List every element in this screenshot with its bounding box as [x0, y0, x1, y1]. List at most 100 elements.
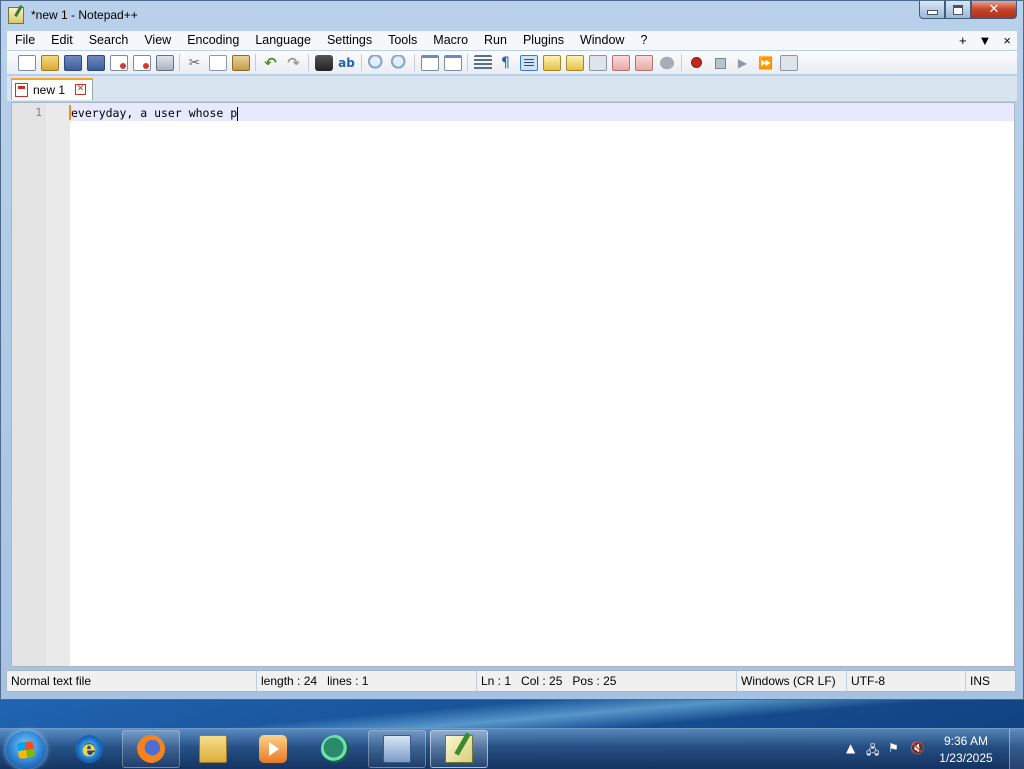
- restore-icon: [953, 4, 963, 15]
- notepad-app-icon[interactable]: [8, 7, 24, 24]
- save-icon[interactable]: [63, 54, 82, 71]
- network-icon[interactable]: 🖧: [866, 741, 879, 762]
- copy-icon[interactable]: [208, 54, 227, 71]
- taskbar-file-explorer[interactable]: [184, 730, 242, 768]
- status-col: Col : 25: [521, 674, 563, 688]
- volume-muted-icon[interactable]: 🔇: [910, 741, 925, 755]
- status-pos: Pos : 25: [572, 674, 617, 688]
- print-icon[interactable]: [155, 54, 174, 71]
- indent-guide-icon[interactable]: [519, 54, 538, 71]
- menu-plugins[interactable]: Plugins: [515, 31, 572, 50]
- show-hidden-icons-icon[interactable]: ▲: [846, 741, 855, 755]
- title-bar[interactable]: *new 1 - Notepad++ ✕: [1, 1, 1023, 31]
- monitoring-icon[interactable]: [657, 54, 676, 71]
- taskbar-chat-app[interactable]: [306, 730, 364, 768]
- word-wrap-icon[interactable]: [473, 54, 492, 71]
- text-editor[interactable]: 1 everyday, a user whose p: [11, 102, 1015, 667]
- menu-file[interactable]: File: [7, 31, 43, 50]
- status-insert-mode[interactable]: INS: [966, 671, 1015, 691]
- user-define-icon[interactable]: [542, 54, 561, 71]
- window-controls: ✕: [919, 1, 1017, 21]
- close-icon: ✕: [988, 2, 1000, 17]
- save-all-icon[interactable]: [86, 54, 105, 71]
- firefox-icon: [137, 735, 165, 763]
- paste-icon[interactable]: [231, 54, 250, 71]
- close-doc-button[interactable]: ×: [1003, 33, 1011, 48]
- playback-icon[interactable]: ▶: [734, 55, 752, 71]
- show-all-chars-icon[interactable]: ¶: [497, 55, 515, 71]
- status-length: length : 24: [261, 674, 318, 688]
- fold-margin[interactable]: [46, 103, 70, 666]
- line-number: 1: [35, 106, 42, 119]
- status-encoding[interactable]: UTF-8: [847, 671, 966, 691]
- status-position: Ln : 1 Col : 25 Pos : 25: [477, 671, 737, 691]
- minimize-button[interactable]: [919, 1, 945, 19]
- chat-app-icon: [321, 735, 349, 763]
- maximize-button[interactable]: [945, 1, 971, 19]
- clock-date[interactable]: 1/23/2025: [931, 751, 1001, 765]
- redo-icon[interactable]: ↷: [285, 55, 303, 71]
- taskbar-notepad-plus-plus[interactable]: [430, 730, 488, 768]
- text-caret: [237, 106, 239, 121]
- media-player-icon: [259, 735, 287, 763]
- start-recording-icon[interactable]: [688, 55, 706, 71]
- menu-edit[interactable]: Edit: [43, 31, 81, 50]
- menu-language[interactable]: Language: [247, 31, 319, 50]
- save-macro-icon[interactable]: [779, 54, 798, 71]
- tab-list-button[interactable]: ▼: [979, 33, 992, 48]
- close-window-button[interactable]: ✕: [971, 1, 1017, 19]
- menu-tools[interactable]: Tools: [380, 31, 425, 50]
- line-number-gutter: [12, 103, 46, 666]
- open-file-icon[interactable]: [40, 54, 59, 71]
- sync-vertical-icon[interactable]: [420, 54, 439, 71]
- folder-as-workspace-icon[interactable]: [611, 54, 630, 71]
- cut-icon[interactable]: ✂: [186, 55, 204, 71]
- find-icon[interactable]: [314, 54, 333, 71]
- status-length-lines: length : 24 lines : 1: [257, 671, 477, 691]
- status-ln: Ln : 1: [481, 674, 512, 688]
- new-tab-button[interactable]: +: [959, 33, 967, 48]
- taskbar-media-player[interactable]: [244, 730, 302, 768]
- status-eol[interactable]: Windows (CR LF): [737, 671, 847, 691]
- menu-run[interactable]: Run: [476, 31, 515, 50]
- undo-icon[interactable]: ↶: [262, 55, 280, 71]
- status-lines: lines : 1: [327, 674, 369, 688]
- clock-time[interactable]: 9:36 AM: [936, 734, 996, 748]
- doc-map-icon[interactable]: [565, 54, 584, 71]
- action-center-flag-icon[interactable]: ⚑: [888, 741, 899, 755]
- close-all-icon[interactable]: [132, 54, 151, 71]
- taskbar-internet-explorer[interactable]: e: [60, 730, 118, 768]
- notepad-window: *new 1 - Notepad++ ✕ File Edit Search Vi…: [0, 0, 1024, 700]
- menu-help[interactable]: ?: [632, 31, 655, 50]
- stop-recording-icon[interactable]: [711, 55, 729, 71]
- menu-encoding[interactable]: Encoding: [179, 31, 247, 50]
- new-file-icon[interactable]: [17, 54, 36, 71]
- status-file-type: Normal text file: [7, 671, 257, 691]
- sync-horizontal-icon[interactable]: [443, 54, 462, 71]
- menu-window[interactable]: Window: [572, 31, 632, 50]
- function-list-icon[interactable]: [588, 54, 607, 71]
- taskbar: e ▲ 🖧 ⚑ 🔇 9:36 AM 1/23/2025: [0, 728, 1024, 769]
- run-macro-multiple-icon[interactable]: ⏩: [757, 55, 775, 71]
- menu-view[interactable]: View: [136, 31, 179, 50]
- editor-line[interactable]: everyday, a user whose p: [71, 104, 239, 122]
- zoom-in-icon[interactable]: [367, 54, 386, 71]
- toolbar-separator: [179, 54, 180, 71]
- toolbar-separator: [255, 54, 256, 71]
- taskbar-firefox[interactable]: [122, 730, 180, 768]
- menu-settings[interactable]: Settings: [319, 31, 380, 50]
- menu-macro[interactable]: Macro: [425, 31, 476, 50]
- tab-new-1[interactable]: new 1 ✕: [11, 78, 93, 100]
- zoom-out-icon[interactable]: [390, 54, 409, 71]
- folder-icon[interactable]: [634, 54, 653, 71]
- menu-search[interactable]: Search: [81, 31, 137, 50]
- menu-right-controls: + ▼ ×: [959, 31, 1011, 50]
- menu-bar: File Edit Search View Encoding Language …: [7, 31, 1017, 50]
- close-file-icon[interactable]: [109, 54, 128, 71]
- taskbar-setup-app[interactable]: [368, 730, 426, 768]
- start-button[interactable]: [6, 731, 46, 769]
- show-desktop-button[interactable]: [1009, 729, 1024, 769]
- tab-close-icon[interactable]: ✕: [75, 84, 86, 95]
- replace-icon[interactable]: ab: [338, 55, 356, 71]
- toolbar-separator: [361, 54, 362, 71]
